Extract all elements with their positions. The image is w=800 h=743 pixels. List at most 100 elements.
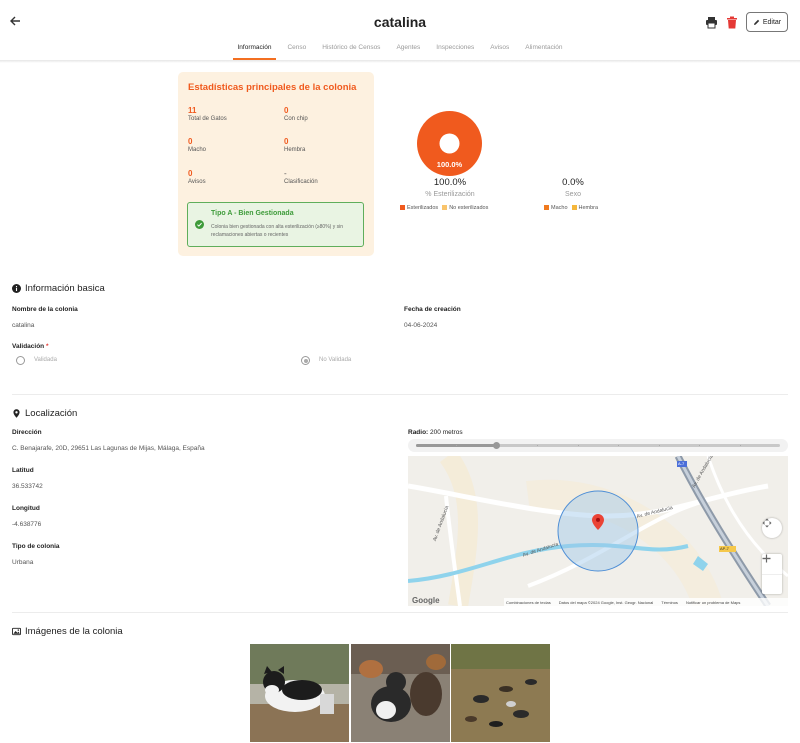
radio-validada[interactable]	[16, 356, 25, 365]
stat-label: Avisos	[188, 179, 206, 185]
stat-value: 11	[188, 106, 197, 115]
address-label: Dirección	[12, 429, 42, 436]
radio-no-validada-label: No Validada	[319, 357, 352, 363]
slider-tick	[699, 445, 701, 446]
stat-con-chip: 0 Con chip	[284, 106, 364, 122]
required-asterisk: *	[45, 343, 49, 350]
stat-clasificacion: - Clasificación	[284, 169, 364, 185]
pencil-icon	[753, 19, 760, 25]
legend-label: Macho	[551, 205, 568, 211]
tab-censo[interactable]: Censo	[279, 42, 314, 60]
sterilization-caption: % Esterilización	[425, 191, 475, 198]
longitude-value: -4.638776	[12, 521, 42, 528]
legend-item-macho: Macho	[544, 205, 568, 211]
slider-tick	[739, 445, 741, 446]
stat-value: 0	[284, 137, 289, 146]
tab-historico-censos[interactable]: Histórico de Censos	[314, 42, 388, 60]
legend-item-hembra: Hembra	[571, 205, 599, 211]
section-divider	[12, 394, 788, 395]
stat-avisos: 0 Avisos	[188, 169, 268, 185]
slider-tick	[537, 445, 539, 446]
stats-title: Estadísticas principales de la colonia	[188, 82, 357, 93]
slider-tick	[618, 445, 620, 446]
colony-type-value: Urbana	[12, 559, 34, 566]
map-footer-link[interactable]: Notificar un problema de Maps	[686, 600, 740, 605]
latitude-value: 36.533742	[12, 483, 43, 490]
colony-image[interactable]	[451, 644, 550, 742]
stat-value: 0	[188, 169, 193, 178]
latitude-label: Latitud	[12, 467, 34, 474]
stat-value: 0	[188, 137, 193, 146]
sex-value: 0.0%	[562, 177, 584, 188]
legend-label: No esterilizados	[449, 205, 489, 211]
slider-thumb[interactable]	[492, 442, 500, 449]
stat-label: Macho	[188, 147, 207, 153]
colony-image[interactable]	[250, 644, 349, 742]
road-badge: A-7	[678, 461, 685, 466]
tab-avisos[interactable]: Avisos	[482, 42, 517, 60]
section-divider	[12, 612, 788, 613]
map-pan-control[interactable]	[762, 518, 782, 538]
legend-swatch	[442, 205, 448, 210]
pie-percent-label: 100.0%	[436, 160, 463, 169]
map-footer: Combinaciones de teclas Datos del mapa ©…	[504, 598, 788, 606]
print-icon[interactable]	[705, 16, 718, 29]
stat-label: Hembra	[284, 147, 306, 153]
validation-label-text: Validación	[12, 343, 45, 350]
colony-image[interactable]	[351, 644, 450, 742]
edit-button[interactable]: Editar	[746, 12, 788, 32]
zoom-out-button[interactable]	[762, 557, 782, 594]
legend-item-esterilizados: Esterilizados	[400, 205, 438, 211]
top-bar: catalina Editar	[0, 0, 800, 44]
map-zoom-control	[762, 554, 782, 594]
stat-macho: 0 Macho	[188, 137, 268, 153]
legend-label: Hembra	[578, 205, 599, 211]
header-divider	[0, 60, 800, 63]
colony-type-label: Tipo de colonia	[12, 543, 60, 550]
location-heading: Localización	[12, 408, 77, 419]
section-title: Localización	[25, 408, 78, 419]
tab-alimentacion[interactable]: Alimentación	[517, 42, 570, 60]
delete-icon[interactable]	[726, 16, 738, 29]
google-logo: Google	[412, 596, 440, 605]
sterilization-pie-chart: 100.0%	[417, 111, 482, 176]
slider-tick	[577, 445, 579, 446]
section-title: Imágenes de la colonia	[25, 626, 123, 637]
map-footer-link[interactable]: Términos	[661, 600, 678, 605]
slider-tick	[658, 445, 660, 446]
tab-bar: Información Censo Histórico de Censos Ag…	[0, 42, 800, 60]
gestion-title: Tipo A - Bien Gestionada	[211, 210, 294, 217]
sex-caption: Sexo	[565, 191, 581, 198]
radio-validada-label: Validada	[34, 357, 57, 363]
edit-label: Editar	[762, 18, 782, 26]
colony-name-label: Nombre de la colonia	[12, 306, 78, 313]
stat-label: Total de Gatos	[188, 116, 227, 122]
stat-label: Clasificación	[284, 179, 318, 185]
gestion-description: Colonia bien gestionada con alta esteril…	[211, 224, 343, 238]
radius-value: 200 metros	[430, 429, 463, 436]
gestion-status-box: Tipo A - Bien Gestionada Colonia bien ge…	[187, 202, 364, 247]
colony-name-value: catalina	[12, 322, 35, 329]
info-icon	[12, 284, 21, 293]
section-title: Información basica	[25, 283, 105, 294]
radio-no-validada[interactable]	[301, 356, 310, 365]
stat-total-gatos: 11 Total de Gatos	[188, 106, 268, 122]
radius-label-text: Radio:	[408, 429, 429, 436]
check-circle-icon	[195, 220, 204, 229]
stat-hembra: 0 Hembra	[284, 137, 364, 153]
legend-item-no-esterilizados: No esterilizados	[442, 205, 488, 211]
road-badge: AP-7	[720, 546, 729, 551]
page-title: catalina	[373, 14, 427, 30]
map[interactable]: Av. de Andalucía Av. de Andalucía Av. de…	[408, 456, 788, 606]
legend-swatch	[571, 205, 577, 210]
tab-inspecciones[interactable]: Inspecciones	[428, 42, 482, 60]
pie-hole	[439, 133, 460, 154]
address-value: C. Benajarafe, 20D, 29651 Las Lagunas de…	[12, 445, 205, 452]
tab-informacion[interactable]: Información	[230, 42, 280, 60]
sterilization-legend: Esterilizados No esterilizados	[400, 205, 488, 211]
pan-arrows-icon	[762, 518, 772, 528]
basic-info-heading: Información basica	[12, 283, 105, 294]
tab-agentes[interactable]: Agentes	[388, 42, 428, 60]
map-footer-link[interactable]: Combinaciones de teclas	[506, 600, 551, 605]
creation-date-value: 04-06-2024	[404, 322, 438, 329]
